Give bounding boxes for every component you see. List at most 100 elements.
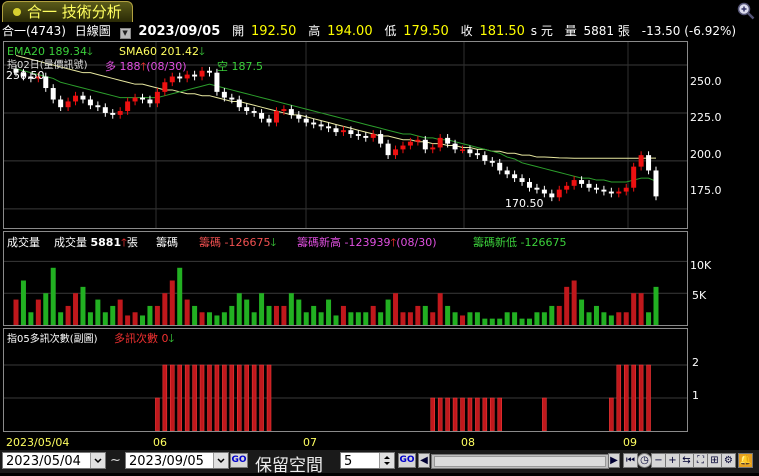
volume-unit: 張 (617, 24, 630, 38)
zoom-in-icon[interactable]: + (665, 453, 680, 468)
crosshair-icon[interactable]: ⊞ (707, 453, 722, 468)
reserve-space-label: 保留空間 (255, 456, 323, 476)
scrollbar-thumb[interactable] (434, 456, 606, 467)
candle-body (526, 181, 532, 188)
candle-body (80, 95, 86, 100)
volume-bar (132, 312, 138, 325)
start-date-select[interactable]: 2023/05/04 (2, 452, 106, 469)
end-date-select[interactable]: 2023/09/05 (125, 452, 229, 469)
candle-body (601, 189, 607, 192)
volume-bar (58, 312, 64, 325)
candle-body (58, 99, 64, 108)
candle-body (504, 170, 510, 175)
candle-body (125, 101, 131, 112)
candle-body (393, 149, 399, 156)
chevron-down-icon[interactable] (90, 453, 105, 468)
price-panel[interactable]: EMA20 189.34🡓 SMA60 201.42🡓 指02日(量價訊號) 多… (3, 41, 688, 229)
quote-date: 2023/09/05 (138, 24, 221, 39)
signal-bar (445, 397, 450, 431)
signal-bar (229, 364, 235, 431)
spinner-arrows-icon[interactable] (379, 453, 394, 468)
go2-button[interactable]: GO (398, 453, 416, 468)
volume-bar (348, 312, 354, 325)
candle-body (318, 124, 324, 127)
candle-body (333, 128, 339, 133)
alert-bell-icon[interactable]: 🔔 (738, 453, 753, 468)
candle-body (206, 70, 212, 73)
signal-bar (184, 364, 190, 431)
volume-panel-title: 成交量 (7, 236, 40, 249)
volume-bar (147, 305, 153, 325)
settings-icon[interactable]: ⚙ (721, 453, 736, 468)
volume-panel[interactable]: 成交量 成交量 5881🡑張 籌碼 籌碼 -126675🡓 籌碼新高 -1239… (3, 231, 688, 326)
volume-bar (318, 312, 324, 325)
move-icon[interactable]: ⇆ (679, 453, 694, 468)
fit-icon[interactable]: ⛶ (693, 453, 708, 468)
volume-bar (199, 312, 205, 325)
signal-panel[interactable]: 指05多訊次數(副圖) 多訊次數 0🡓 (3, 328, 688, 432)
x-tick: 09 (623, 436, 637, 449)
high-label: 高 (308, 24, 321, 38)
time-scrollbar[interactable] (431, 454, 609, 469)
signal-y-axis: 2 1 (688, 328, 752, 432)
candle-body (623, 187, 629, 192)
signal-bar (266, 364, 272, 431)
volume-bar (125, 315, 131, 325)
candle-body (281, 109, 287, 112)
first-page-icon[interactable]: ⏮ (623, 453, 638, 468)
volume-bar (206, 312, 212, 325)
price-change: -13.50 (-6.92%) (641, 24, 737, 38)
volume-bar (497, 318, 503, 325)
candle-body (385, 143, 391, 156)
period-dropdown-icon[interactable]: ▼ (119, 28, 131, 39)
volume-bar (162, 293, 168, 325)
volume-bar (430, 312, 436, 325)
title-tab[interactable]: 合一 技術分析 (2, 1, 133, 22)
candle-body (541, 189, 547, 194)
price-y-axis: 250.0 225.0 200.0 175.0 (688, 41, 752, 229)
volume-bar (601, 312, 607, 325)
close-value: 181.50 (479, 24, 525, 39)
candle-body (474, 153, 480, 156)
chevron-down-icon[interactable] (213, 453, 228, 468)
zoom-out-icon[interactable]: − (651, 453, 666, 468)
volume-bar (13, 299, 19, 325)
scroll-left-icon[interactable]: ◀ (418, 453, 430, 468)
volume-bar (422, 305, 428, 325)
candle-body (460, 149, 466, 151)
volume-bar (184, 299, 190, 325)
volume-legend: 成交量 5881🡑張 (54, 236, 138, 249)
candle-body (355, 134, 361, 136)
reserve-spinner[interactable]: 5 (340, 452, 395, 469)
candle-body (192, 74, 198, 77)
magnifier-icon[interactable] (737, 2, 755, 20)
y-tick: 5K (692, 289, 707, 302)
period-label[interactable]: 日線圖 (75, 22, 111, 40)
go-button[interactable]: GO (230, 453, 248, 468)
signal-bar (452, 397, 458, 431)
volume-bar (586, 312, 592, 325)
candle-body (73, 95, 79, 102)
candle-body (117, 111, 123, 115)
max-price-label: 250.50 (6, 69, 45, 82)
signal-count-chart[interactable] (4, 329, 687, 431)
chip-low-legend: 籌碼新低 -126675 (473, 236, 567, 249)
volume-value: 5881 (583, 24, 615, 38)
scroll-right-icon[interactable]: ▶ (608, 453, 620, 468)
volume-bar (28, 312, 34, 325)
signal-bar (237, 364, 242, 431)
candle-body (467, 149, 473, 154)
x-tick: 06 (153, 436, 167, 449)
candle-body (236, 99, 242, 108)
volume-bar (169, 280, 175, 325)
signal-bar (609, 397, 614, 431)
volume-bar (556, 305, 562, 325)
quote-info-bar: 合一(4743) 日線圖 ▼ 2023/09/05 開 192.50 高 194… (0, 22, 759, 40)
clock-icon[interactable]: ◷ (637, 453, 652, 468)
volume-bar (288, 293, 294, 325)
signal-bar (460, 397, 465, 431)
y-tick: 175.0 (690, 184, 722, 197)
candle-body (199, 70, 205, 77)
volume-bar (266, 305, 272, 325)
volume-bar (102, 312, 108, 325)
